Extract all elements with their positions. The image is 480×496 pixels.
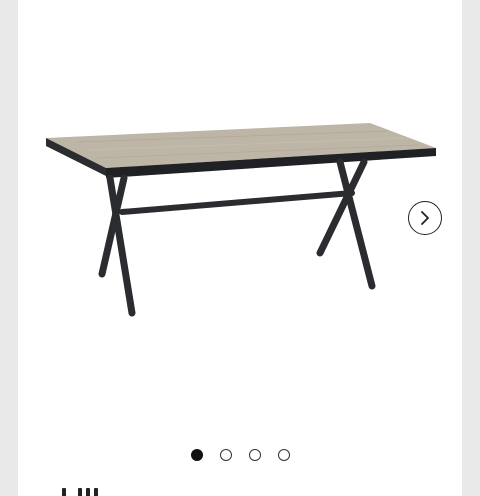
- image-carousel[interactable]: [18, 0, 462, 430]
- carousel-dots: [18, 449, 462, 461]
- carousel-next-button[interactable]: [408, 201, 442, 235]
- chevron-right-icon: [421, 211, 429, 225]
- carousel-dot-3[interactable]: [248, 449, 261, 461]
- product-card: [18, 0, 462, 496]
- carousel-dot-4[interactable]: [277, 449, 290, 461]
- carousel-dot-1[interactable]: [190, 449, 203, 461]
- stretcher-bar: [119, 190, 355, 215]
- product-title-clipped: [62, 488, 102, 496]
- carousel-dot-2[interactable]: [219, 449, 232, 461]
- product-image: [46, 123, 436, 317]
